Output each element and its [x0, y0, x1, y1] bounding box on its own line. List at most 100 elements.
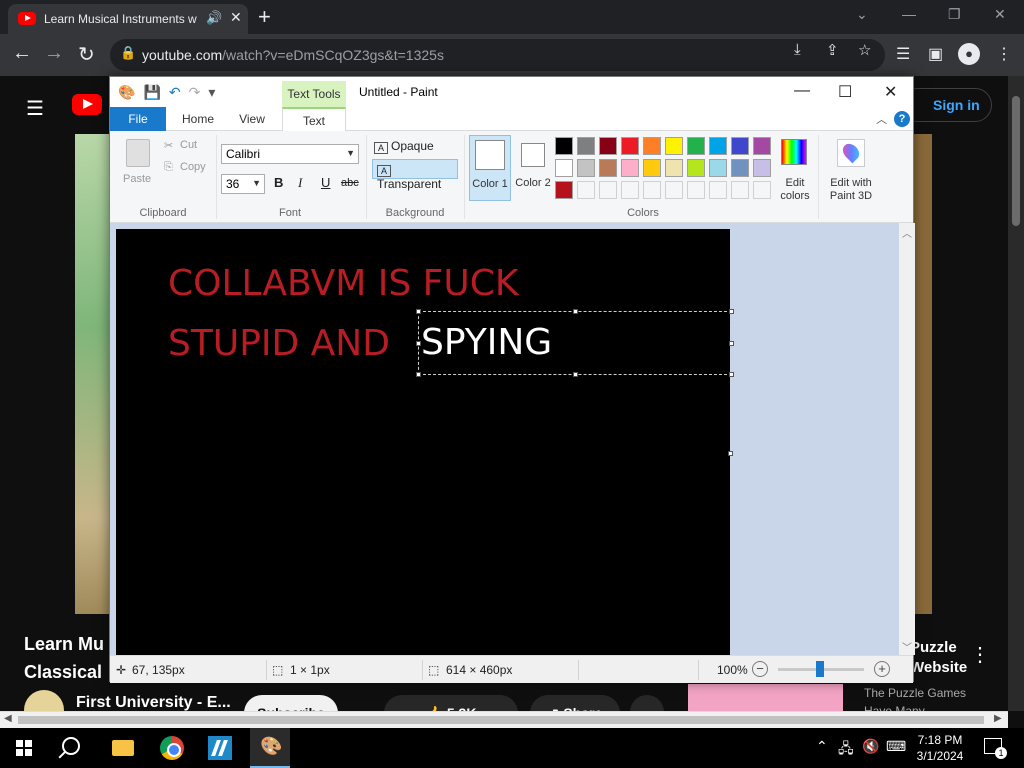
reload-icon[interactable]: ↻ — [78, 42, 95, 67]
search-icon[interactable] — [62, 737, 80, 755]
font-size-dropdown[interactable]: 36 ▼ — [221, 174, 265, 194]
close-window-icon[interactable]: ✕ — [994, 6, 1006, 23]
chevron-up-icon[interactable]: ⌃ — [816, 738, 828, 755]
scroll-right-icon[interactable]: ▶ — [994, 713, 1002, 724]
lock-icon[interactable]: 🔒 — [120, 45, 136, 61]
palette-swatch[interactable] — [731, 137, 749, 155]
palette-empty-slot[interactable] — [731, 181, 749, 199]
more-options-icon[interactable]: ⋮ — [970, 642, 990, 667]
palette-swatch[interactable] — [599, 137, 617, 155]
palette-swatch[interactable] — [731, 159, 749, 177]
network-icon[interactable]: 🖧 — [838, 738, 854, 762]
palette-empty-slot[interactable] — [599, 181, 617, 199]
new-tab-button[interactable]: + — [258, 4, 271, 30]
reading-list-icon[interactable]: ☰ — [896, 44, 910, 64]
browser-tab[interactable]: Learn Musical Instruments w 🔊 ✕ — [8, 4, 248, 34]
palette-empty-slot[interactable] — [665, 181, 683, 199]
save-icon[interactable]: 💾 — [143, 84, 160, 100]
palette-empty-slot[interactable] — [709, 181, 727, 199]
page-vertical-scrollbar[interactable] — [1008, 76, 1024, 711]
copy-button[interactable]: Copy — [180, 161, 206, 173]
scroll-left-icon[interactable]: ◀ — [4, 713, 12, 724]
strikethrough-button[interactable]: abc — [341, 177, 359, 189]
palette-swatch[interactable] — [709, 159, 727, 177]
youtube-logo-icon[interactable] — [72, 94, 102, 115]
address-bar[interactable]: 🔒 youtube.com/watch?v=eDmSCqOZ3gs&t=1325… — [110, 39, 885, 71]
collapse-ribbon-icon[interactable]: ︿ — [876, 111, 887, 127]
paint-app-icon[interactable]: 🎨 — [118, 84, 135, 100]
palette-swatch[interactable] — [555, 181, 573, 199]
hamburger-menu-icon[interactable]: ☰ — [26, 96, 44, 121]
cut-button[interactable]: Cut — [180, 139, 197, 151]
palette-swatch[interactable] — [621, 159, 639, 177]
forward-arrow-icon[interactable]: → — [44, 42, 64, 65]
palette-swatch[interactable] — [709, 137, 727, 155]
zoom-out-icon[interactable]: − — [752, 661, 768, 677]
paint-taskbar-icon[interactable] — [250, 728, 290, 768]
windows-start-icon[interactable] — [16, 740, 32, 756]
italic-button[interactable]: I — [298, 175, 302, 191]
resize-handle[interactable] — [416, 309, 421, 314]
paste-icon[interactable] — [126, 139, 150, 167]
tab-home[interactable]: Home — [172, 107, 224, 131]
canvas-text-editing[interactable]: SPYING — [421, 322, 552, 363]
file-explorer-icon[interactable] — [112, 740, 134, 756]
chrome-menu-icon[interactable]: ⋮ — [996, 44, 1012, 64]
canvas-resize-handle[interactable] — [728, 451, 733, 456]
font-family-dropdown[interactable]: Calibri ▼ — [221, 144, 359, 164]
palette-swatch[interactable] — [577, 159, 595, 177]
palette-swatch[interactable] — [555, 159, 573, 177]
palette-empty-slot[interactable] — [621, 181, 639, 199]
volume-muted-icon[interactable]: 🔇 — [862, 738, 879, 755]
chrome-icon[interactable] — [160, 736, 184, 760]
palette-swatch[interactable] — [753, 137, 771, 155]
tab-view[interactable]: View — [228, 107, 276, 131]
resize-handle[interactable] — [729, 309, 734, 314]
edit-with-paint3d-button[interactable]: Edit with Paint 3D — [824, 135, 878, 202]
color1-button[interactable]: Color 1 — [469, 135, 511, 201]
paint-close-icon[interactable]: ✕ — [884, 82, 897, 102]
paste-button[interactable]: Paste — [123, 173, 151, 185]
scroll-up-icon[interactable]: ︿ — [902, 225, 912, 240]
copy-icon[interactable]: ⎘ — [164, 161, 173, 174]
palette-swatch[interactable] — [621, 137, 639, 155]
tab-text[interactable]: Text — [282, 107, 346, 132]
url-text[interactable]: youtube.com/watch?v=eDmSCqOZ3gs&t=1325s — [142, 47, 444, 63]
language-icon[interactable]: ⌨ — [886, 738, 906, 755]
edit-colors-button[interactable]: Edit colors — [778, 135, 812, 202]
notification-center-icon[interactable]: 1 — [984, 738, 1007, 759]
suggested-video-title[interactable]: Puzzle Website — [910, 638, 967, 678]
palette-swatch[interactable] — [687, 159, 705, 177]
palette-swatch[interactable] — [555, 137, 573, 155]
restore-icon[interactable]: ❐ — [948, 6, 961, 23]
palette-swatch[interactable] — [665, 159, 683, 177]
color2-button[interactable]: Color 2 — [514, 135, 552, 201]
minimize-icon[interactable]: — — [902, 6, 916, 22]
zoom-slider-thumb[interactable] — [816, 661, 824, 677]
cut-icon[interactable]: ✂ — [164, 139, 173, 152]
redo-icon[interactable]: ↷ — [189, 84, 201, 100]
drawing-canvas[interactable]: COLLABVM IS FUCK STUPID AND SPYING — [116, 229, 734, 655]
palette-empty-slot[interactable] — [577, 181, 595, 199]
tab-close-icon[interactable]: ✕ — [230, 9, 242, 26]
underline-button[interactable]: U — [321, 175, 330, 190]
paint-titlebar[interactable]: 🎨 💾 ↶ ↷ ▾ Text Tools Untitled - Paint — ☐ ✕ — [110, 77, 913, 107]
zoom-in-icon[interactable]: + — [874, 661, 890, 677]
tab-file[interactable]: File — [110, 107, 166, 131]
resize-handle[interactable] — [416, 341, 421, 346]
bookmark-star-icon[interactable]: ☆ — [858, 41, 871, 59]
paint-maximize-icon[interactable]: ☐ — [838, 82, 852, 102]
palette-swatch[interactable] — [665, 137, 683, 155]
palette-empty-slot[interactable] — [687, 181, 705, 199]
visual-studio-icon[interactable] — [208, 736, 232, 760]
speaker-icon[interactable]: 🔊 — [206, 10, 222, 26]
page-horizontal-scrollbar[interactable]: ◀ ▶ — [0, 711, 1008, 728]
scrollbar-thumb[interactable] — [1012, 96, 1020, 226]
install-app-icon[interactable]: ⤓ — [794, 41, 801, 58]
transparent-button[interactable]: ATransparent — [372, 159, 458, 191]
share-icon[interactable]: ⇪ — [826, 41, 839, 59]
palette-swatch[interactable] — [643, 137, 661, 155]
profile-avatar-icon[interactable]: ● — [958, 43, 980, 65]
palette-swatch[interactable] — [599, 159, 617, 177]
palette-empty-slot[interactable] — [753, 181, 771, 199]
